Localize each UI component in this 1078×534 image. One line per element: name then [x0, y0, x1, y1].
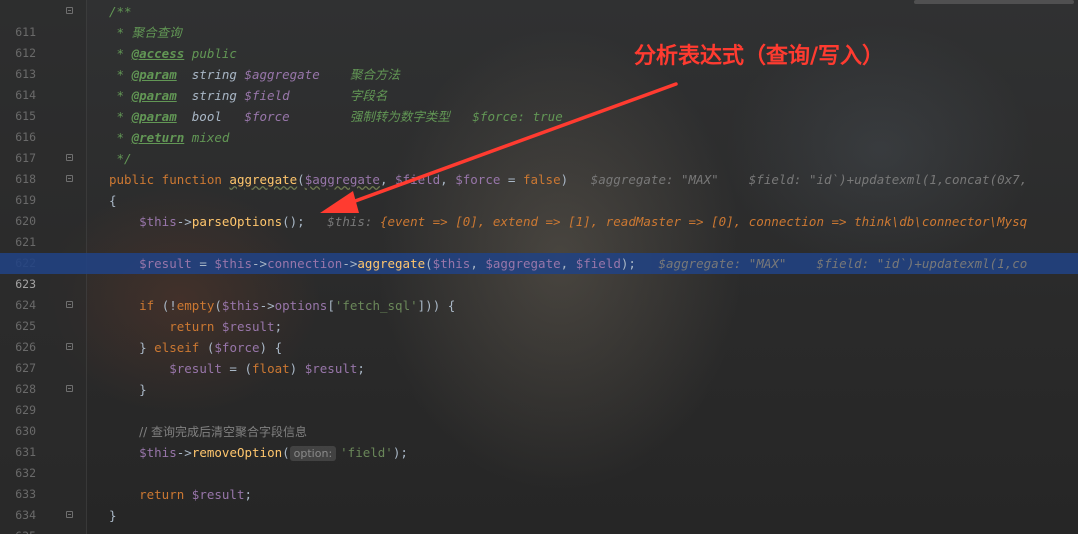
code-line[interactable]: 621 $this->parseOptions(); $this: {event…	[0, 211, 1078, 249]
annotation-title: 分析表达式（查询/写入）	[634, 44, 885, 69]
return-result-final: return $result;	[139, 487, 253, 502]
code-line[interactable]: 632 $this->removeOption(option:'field');	[0, 442, 1078, 480]
function-signature: public function aggregate($aggregate, $f…	[109, 172, 1028, 187]
brace-close-function: }	[109, 508, 117, 523]
fold-icon[interactable]	[66, 301, 73, 308]
docblock-summary: * 聚合查询	[109, 25, 182, 40]
return-result: return $result;	[169, 319, 283, 334]
fold-icon[interactable]	[66, 175, 73, 182]
remove-option-call: $this->removeOption(option:'field');	[139, 445, 408, 461]
code-line[interactable]: 627 } elseif ($force) {	[0, 337, 1078, 375]
debug-hint-label: $this:	[327, 214, 373, 229]
param-type: string	[176, 88, 245, 103]
debug-hint: $field: "id`)+updatexml(1,concat(0x7,	[748, 172, 1028, 187]
code-line[interactable]: 629 }	[0, 379, 1078, 417]
doc-tag: @param	[131, 109, 177, 124]
string-literal: 'fetch_sql'	[334, 298, 418, 313]
elseif-force: } elseif ($force) {	[139, 340, 283, 355]
docblock-return: * @return mixed	[109, 130, 230, 145]
debug-hint: $aggregate: "MAX"	[590, 172, 719, 187]
code-line[interactable]: 634 return $result;	[0, 484, 1078, 522]
docblock-access: * @access public	[109, 46, 237, 61]
code-line[interactable]: 615 * @param string $field 字段名	[0, 85, 1078, 123]
current-execution-line[interactable]: 623 $result = $this->connection->aggrega…	[0, 253, 1078, 291]
line-number: 635	[0, 526, 36, 534]
debug-hint-value: {event => [0], extend => [1], readMaster…	[379, 214, 1028, 229]
code-line[interactable]: 622	[0, 232, 1078, 270]
param-desc: 聚合方法	[319, 67, 400, 82]
code-line[interactable]: 618 */	[0, 148, 1078, 186]
docblock-param: * @param string $field 字段名	[109, 88, 388, 103]
param-desc: 字段名	[289, 88, 388, 103]
doc-tag: @param	[131, 88, 177, 103]
fold-icon[interactable]	[66, 154, 73, 161]
code-line[interactable]: 620 {	[0, 190, 1078, 228]
code-line[interactable]: 616 * @param bool $force 强制转为数字类型 $force…	[0, 106, 1078, 144]
code-line[interactable]: 626 return $result;	[0, 316, 1078, 354]
code-line[interactable]: 625 if (!empty($this->options['fetch_sql…	[0, 295, 1078, 333]
brace-open: {	[109, 193, 117, 208]
code-line[interactable]: 631 // 查询完成后清空聚合字段信息	[0, 421, 1078, 459]
code-line[interactable]: 630	[0, 400, 1078, 438]
doc-tag: @access	[131, 46, 185, 61]
fold-icon[interactable]	[66, 385, 73, 392]
code-line[interactable]: 611 /**	[0, 1, 1078, 39]
param-var: $field	[244, 88, 290, 103]
docblock-param: * @param bool $force 强制转为数字类型 $force: tr…	[109, 109, 563, 124]
code-line[interactable]: 624	[0, 274, 1078, 312]
doc-tag: @param	[131, 67, 177, 82]
doc-return-type: mixed	[184, 130, 230, 145]
code-line[interactable]: 628 $result = (float) $result;	[0, 358, 1078, 396]
docblock-close: */	[109, 151, 132, 166]
param-desc: 强制转为数字类型 $force: true	[289, 109, 563, 124]
float-cast: $result = (float) $result;	[169, 361, 365, 376]
aggregate-call: $result = $this->connection->aggregate($…	[139, 256, 1028, 271]
docblock-open: /**	[109, 4, 132, 19]
code-line[interactable]: 619 public function aggregate($aggregate…	[0, 169, 1078, 207]
doc-access-value: public	[184, 46, 237, 61]
code-line[interactable]: 614 * @param string $aggregate 聚合方法	[0, 64, 1078, 102]
debug-hint: $field: "id`)+updatexml(1,co	[816, 256, 1028, 271]
code-line[interactable]: 633	[0, 463, 1078, 501]
parameter-hint-chip: option:	[289, 446, 337, 461]
docblock-param: * @param string $aggregate 聚合方法	[109, 67, 400, 82]
brace-close: }	[109, 382, 147, 397]
fold-icon[interactable]	[66, 343, 73, 350]
debug-hint: $aggregate: "MAX"	[658, 256, 787, 271]
code-editor[interactable]: 611 /** 612 * 聚合查询 613 * @access public …	[0, 0, 1078, 534]
param-type: bool	[176, 109, 245, 124]
code-line[interactable]: 617 * @return mixed	[0, 127, 1078, 165]
if-fetch-sql: if (!empty($this->options['fetch_sql']))…	[139, 298, 456, 313]
string-literal: 'field'	[340, 445, 393, 460]
parse-options-call: $this->parseOptions(); $this: {event => …	[139, 214, 1028, 229]
line-comment: // 查询完成后清空聚合字段信息	[139, 425, 308, 439]
fold-icon[interactable]	[66, 511, 73, 518]
fold-icon[interactable]	[66, 7, 73, 14]
param-var: $aggregate	[244, 67, 320, 82]
doc-tag: @return	[131, 130, 185, 145]
param-type: string	[176, 67, 245, 82]
code-line[interactable]: 612 * 聚合查询	[0, 22, 1078, 60]
code-line[interactable]: 613 * @access public	[0, 43, 1078, 81]
param-var: $force	[244, 109, 290, 124]
code-line[interactable]: 635 }	[0, 505, 1078, 534]
